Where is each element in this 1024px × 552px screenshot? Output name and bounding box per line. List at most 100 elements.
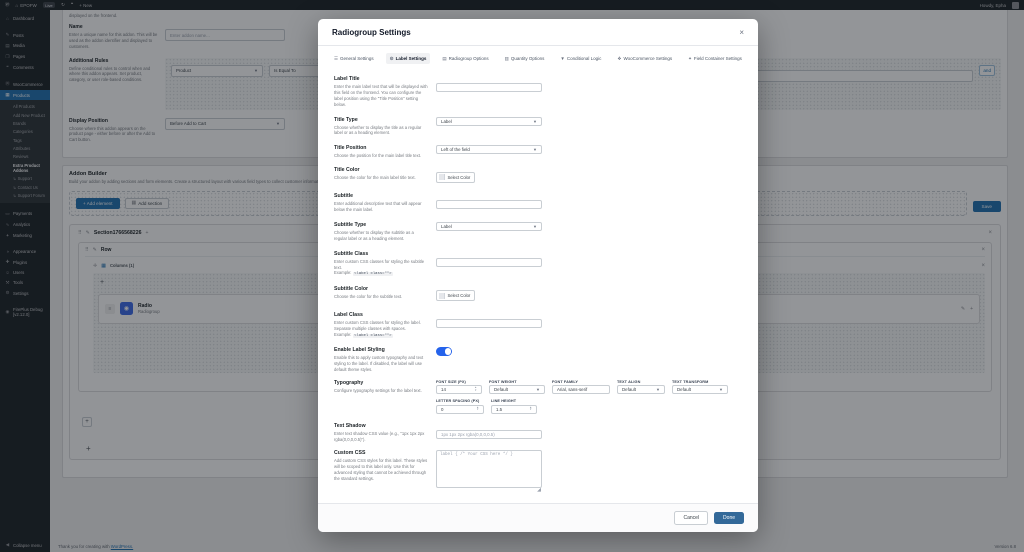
title-position-value: Left of the field: [441, 147, 470, 152]
tab-label: Conditional Logic: [567, 56, 602, 61]
modal-footer: Cancel Done: [318, 503, 758, 532]
text-transform-select[interactable]: Default ▼: [672, 385, 728, 394]
done-button[interactable]: Done: [714, 512, 744, 524]
subtitle-type-desc: Choose whether to display the subtitle a…: [334, 230, 428, 242]
subtitle-label: Subtitle: [334, 193, 428, 199]
label-title-desc: Enter the main label text that will be d…: [334, 84, 428, 108]
enable-label-styling-toggle[interactable]: [436, 347, 452, 356]
text-shadow-input[interactable]: [436, 430, 542, 439]
sliders-icon: ☰: [334, 56, 338, 62]
custom-css-label: Custom CSS: [334, 450, 428, 456]
select-color-label: Select Color: [448, 175, 471, 180]
color-swatch: [439, 293, 445, 299]
tab-label: Radiogroup Options: [449, 56, 489, 61]
font-family-label: FONT FAMILY: [552, 380, 610, 384]
font-weight-value: Default: [494, 387, 508, 392]
subtitle-type-value: Label: [441, 224, 452, 229]
tab-general-settings[interactable]: ☰General Settings: [330, 53, 378, 64]
tab-radiogroup-options[interactable]: ▤Radiogroup Options: [438, 53, 492, 64]
text-align-label: TEXT ALIGN: [617, 380, 665, 384]
label-title-input[interactable]: [436, 83, 542, 92]
text-transform-label: TEXT TRANSFORM: [672, 380, 728, 384]
font-weight-select[interactable]: Default ▼: [489, 385, 545, 394]
example-prefix: Example:: [334, 332, 351, 337]
subtitle-type-select[interactable]: Label ▼: [436, 222, 542, 231]
cart-icon: ❖: [617, 56, 621, 62]
resize-grip-icon[interactable]: ◢: [537, 488, 541, 493]
line-height-input[interactable]: 1.5 ▲▼: [491, 405, 537, 414]
subtitle-desc: Enter additional descriptive text that w…: [334, 201, 428, 213]
chevron-down-icon: ▼: [533, 119, 537, 124]
subtitle-input[interactable]: [436, 200, 542, 209]
enable-label-styling-desc: Enable this to apply custom typography a…: [334, 355, 428, 373]
letter-spacing-value: 0: [441, 407, 443, 412]
text-shadow-desc: Enter text shadow CSS value (e.g., "1px …: [334, 431, 428, 443]
modal-body: Label Title Enter the main label text th…: [318, 70, 758, 503]
title-type-select[interactable]: Label ▼: [436, 117, 542, 126]
tab-label: Quantity Options: [511, 56, 545, 61]
example-prefix: Example:: [334, 270, 351, 275]
gear-icon: ⚙: [390, 56, 394, 62]
font-size-label: FONT SIZE (PX): [436, 380, 482, 384]
label-class-label: Label Class: [334, 312, 428, 318]
title-position-label: Title Position: [334, 145, 428, 151]
subtitle-color-desc: Choose the color for the subtitle text.: [334, 294, 428, 300]
cancel-button[interactable]: Cancel: [674, 511, 708, 525]
close-icon[interactable]: ×: [739, 29, 744, 37]
line-height-value: 1.5: [496, 407, 502, 412]
subtitle-class-input[interactable]: [436, 258, 542, 267]
select-color-label: Select Color: [448, 293, 471, 298]
chevron-down-icon: ▼: [719, 387, 723, 392]
text-align-select[interactable]: Default ▼: [617, 385, 665, 394]
text-transform-value: Default: [677, 387, 691, 392]
custom-css-desc: Add custom CSS styles for this label. Th…: [334, 458, 428, 482]
label-class-input[interactable]: [436, 319, 542, 328]
wrench-icon: ✦: [688, 56, 692, 62]
typography-grid: FONT SIZE (PX) 14 ▲▼ FONT WEIGHT Default…: [436, 380, 742, 414]
subtitle-class-label: Subtitle Class: [334, 251, 428, 257]
tab-label: WooCommerce Settings: [623, 56, 672, 61]
tab-label-settings[interactable]: ⚙Label Settings: [386, 53, 431, 64]
custom-css-textarea[interactable]: [436, 450, 542, 488]
font-family-input[interactable]: Arial, sans-serif: [552, 385, 610, 394]
tab-label: General Settings: [340, 56, 374, 61]
stepper-icons[interactable]: ▲▼: [474, 387, 477, 392]
radiogroup-settings-modal: Radiogroup Settings × ☰General Settings …: [318, 19, 758, 532]
stepper-icons[interactable]: ▲▼: [529, 407, 532, 412]
color-swatch: [439, 174, 445, 180]
tab-quantity-options[interactable]: ▥Quantity Options: [501, 53, 549, 64]
title-position-desc: Choose the position for the main label t…: [334, 153, 428, 159]
font-family-value: Arial, sans-serif: [557, 387, 587, 392]
title-type-value: Label: [441, 119, 452, 124]
tab-field-container-settings[interactable]: ✦Field Container Settings: [684, 53, 746, 64]
list-icon: ▤: [442, 56, 446, 62]
title-type-desc: Choose whether to display the title as a…: [334, 125, 428, 137]
line-height-label: LINE HEIGHT: [491, 399, 537, 403]
chevron-down-icon: ▼: [536, 387, 540, 392]
title-position-select[interactable]: Left of the field ▼: [436, 145, 542, 154]
label-class-desc: Enter custom CSS classes for styling the…: [334, 320, 428, 332]
title-color-button[interactable]: Select Color: [436, 172, 475, 183]
chevron-down-icon: ▼: [656, 387, 660, 392]
example-code: <label class="">: [353, 272, 393, 276]
letter-spacing-input[interactable]: 0 ▲▼: [436, 405, 484, 414]
tab-woocommerce-settings[interactable]: ❖WooCommerce Settings: [613, 53, 676, 64]
chevron-down-icon: ▼: [533, 147, 537, 152]
label-title-label: Label Title: [334, 76, 428, 82]
rows-icon: ▥: [505, 56, 509, 62]
font-weight-label: FONT WEIGHT: [489, 380, 545, 384]
stepper-icons[interactable]: ▲▼: [476, 407, 479, 412]
tab-label: Label Settings: [396, 56, 427, 61]
modal-title: Radiogroup Settings: [332, 28, 411, 37]
tab-conditional-logic[interactable]: ▼Conditional Logic: [556, 54, 605, 64]
filter-icon: ▼: [560, 56, 564, 61]
text-align-value: Default: [622, 387, 636, 392]
typography-desc: Configure typography settings for the la…: [334, 388, 428, 394]
subtitle-color-button[interactable]: Select Color: [436, 290, 475, 301]
chevron-down-icon: ▼: [533, 224, 537, 229]
font-size-input[interactable]: 14 ▲▼: [436, 385, 482, 394]
subtitle-class-desc: Enter custom CSS classes for styling the…: [334, 259, 428, 271]
text-shadow-label: Text Shadow: [334, 423, 428, 429]
example-code: <label class="">: [353, 334, 393, 338]
subtitle-type-label: Subtitle Type: [334, 222, 428, 228]
